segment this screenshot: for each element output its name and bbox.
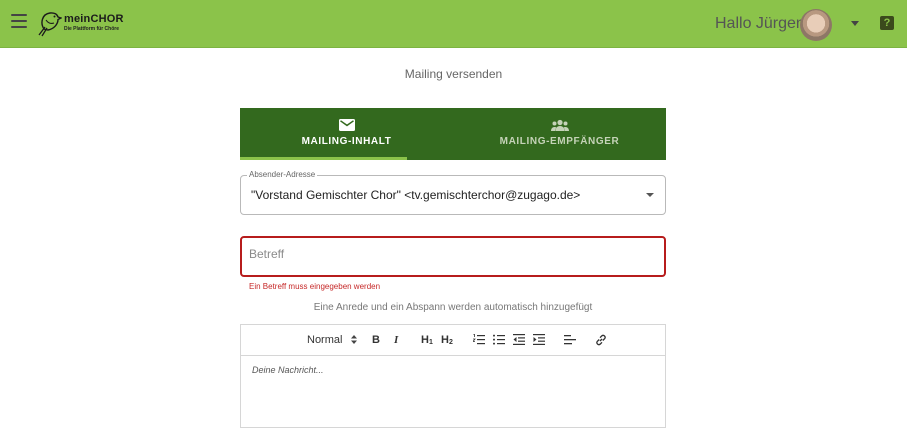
mail-icon — [338, 119, 355, 131]
tab-mailing-empfaenger[interactable]: MAILING-EMPFÄNGER — [453, 108, 666, 160]
user-greeting: Hallo Jürgen — [715, 15, 805, 32]
indent-button[interactable] — [533, 334, 545, 349]
logo-name: meinCHOR — [64, 13, 124, 25]
page-title: Mailing versenden — [404, 67, 503, 81]
indent-icon — [533, 334, 545, 345]
help-icon[interactable]: ? — [880, 16, 894, 30]
avatar[interactable] — [800, 9, 832, 41]
ordered-list-button[interactable] — [472, 333, 485, 349]
subject-input[interactable] — [249, 247, 649, 261]
user-menu-chevron-down-icon[interactable] — [851, 21, 859, 26]
link-button[interactable] — [595, 334, 607, 350]
bird-logo-icon — [38, 12, 62, 37]
tab-mailing-inhalt[interactable]: MAILING-INHALT — [240, 108, 453, 160]
logo-tagline: Die Plattform für Chöre — [64, 26, 120, 32]
subject-field[interactable] — [240, 236, 666, 277]
updown-arrows-icon — [350, 335, 357, 344]
message-placeholder: Deine Nachricht... — [252, 365, 324, 375]
auto-greeting-hint: Eine Anrede und ein Abspann werden autom… — [313, 302, 593, 313]
tab-mailing-empfaenger-label: MAILING-EMPFÄNGER — [499, 136, 620, 147]
heading2-sub: 2 — [448, 339, 453, 346]
align-button[interactable] — [564, 334, 576, 349]
message-editor[interactable]: Deine Nachricht... — [240, 355, 666, 428]
active-tab-indicator — [240, 157, 407, 160]
align-left-icon — [564, 335, 576, 345]
heading2-button[interactable]: H2 — [441, 333, 453, 349]
bold-button[interactable]: B — [372, 333, 380, 347]
top-app-bar: meinCHOR Die Plattform für Chöre Hallo J… — [0, 0, 907, 48]
bullet-list-button[interactable] — [493, 334, 505, 349]
italic-button[interactable]: I — [394, 333, 398, 347]
tab-mailing-inhalt-label: MAILING-INHALT — [301, 136, 392, 147]
heading1-sub: 1 — [428, 339, 433, 346]
link-icon — [596, 334, 606, 346]
dropdown-arrow-icon[interactable] — [646, 193, 654, 197]
outdent-button[interactable] — [513, 334, 525, 349]
hamburger-menu-icon[interactable] — [11, 14, 27, 28]
group-icon — [550, 119, 569, 131]
bullet-list-icon — [493, 334, 505, 345]
sender-address-select[interactable]: Absender-Adresse "Vorstand Gemischter Ch… — [240, 170, 666, 215]
sender-address-value: "Vorstand Gemischter Chor" <tv.gemischte… — [251, 188, 581, 202]
logo[interactable]: meinCHOR Die Plattform für Chöre — [36, 9, 124, 37]
sender-address-label: Absender-Adresse — [247, 170, 318, 179]
subject-error-message: Ein Betreff muss eingegeben werden — [249, 282, 381, 291]
heading1-letter: H — [421, 334, 429, 346]
format-select[interactable]: Normal — [307, 333, 357, 347]
ordered-list-icon — [472, 333, 485, 345]
editor-toolbar: Normal B I H1 H2 — [240, 324, 666, 356]
heading1-button[interactable]: H1 — [421, 333, 433, 349]
format-select-value: Normal — [307, 334, 343, 346]
heading2-letter: H — [441, 334, 449, 346]
mailing-tabs: MAILING-INHALT MAILING-EMPFÄNGER — [240, 108, 666, 160]
outdent-icon — [513, 334, 525, 345]
